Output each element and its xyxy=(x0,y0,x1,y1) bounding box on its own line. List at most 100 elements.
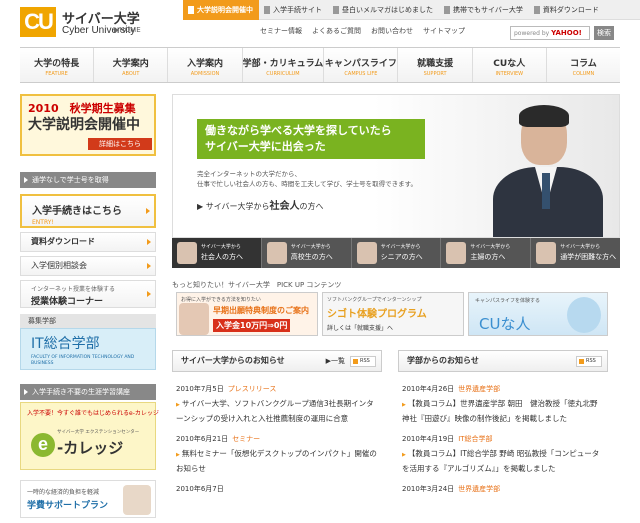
pickup2-line3: 詳しくは「就職支援」へ xyxy=(327,325,394,332)
nav-admission[interactable]: 入学案内 ADMISSION xyxy=(168,48,243,82)
hero-catch-line2: サイバー大学に出会った xyxy=(205,140,326,153)
news-text[interactable]: 無料セミナー「仮想化デスクトップのインパクト」開催のお知らせ xyxy=(176,447,378,475)
news-title: 学部からのお知らせ xyxy=(407,356,479,365)
top-link-enrollment-site[interactable]: 入学手続サイト xyxy=(259,0,328,20)
faculty-name: IT総合学部 xyxy=(31,336,100,352)
hero-more-link[interactable]: ▶ サイバー大学から社会人の方へ xyxy=(197,197,324,212)
home-link[interactable]: ▶HOME xyxy=(114,26,141,34)
top-link-briefing[interactable]: 大学説明会開催中 xyxy=(183,0,259,20)
global-navigation: 大学の特長 FEATURE 大学案内 ABOUT 入学案内 ADMISSION 学部・… xyxy=(20,47,620,83)
nav-label: 学部・カリキュラム xyxy=(242,59,324,69)
news-item[interactable]: 2010年4月26日世界遺産学部 【教員コラム】世界遺産学部 朝田 健治教授「徳… xyxy=(402,384,604,425)
nav-label: コラム xyxy=(570,59,597,69)
faculty-it-banner[interactable]: IT総合学部 FACULTY OF INFORMATION TECHNOLOGY… xyxy=(20,328,156,370)
nav-interview[interactable]: CUな人 INTERVIEW xyxy=(473,48,547,82)
news-item[interactable]: 2010年7月5日プレスリリース サイバー大学、ソフトバンクグループ通信3社長期… xyxy=(176,384,378,425)
degree-section-heading: 通学なしで学士号を取得 xyxy=(20,172,156,188)
nav-support[interactable]: 就職支援 SUPPORT xyxy=(398,48,473,82)
e-college-catch: 入学不要！今すぐ誰でもはじめられるe-カレッジ xyxy=(27,410,159,417)
e-college-name: -カレッジ xyxy=(57,439,124,457)
news-title: サイバー大学からのお知らせ xyxy=(181,356,285,365)
news-item[interactable]: 2010年6月21日セミナー 無料セミナー「仮想化デスクトップのインパクト」開催… xyxy=(176,434,378,475)
document-download-button[interactable]: 資料ダウンロード xyxy=(20,232,156,252)
news-date: 2010年3月24日 xyxy=(402,485,455,493)
pickup-cu-people[interactable]: キャンパスライフを体験する CUな人 xyxy=(468,292,608,336)
rss-button[interactable]: RSS xyxy=(576,356,602,367)
top-link-mobile[interactable]: 携帯でもサイバー大学 xyxy=(439,0,529,20)
subnav-contact[interactable]: お問い合わせ xyxy=(371,26,413,36)
news-item[interactable]: 2010年4月19日IT総合学部 【教員コラム】IT総合学部 野崎 昭弘教授「コ… xyxy=(402,434,604,475)
persona-tab-homemaker[interactable]: サイバー大学から 主婦の方へ xyxy=(441,238,532,268)
top-utility-bar: 大学説明会開催中 入学手続サイト 昼白いメルマガはじめました 携帯でもサイバー大… xyxy=(183,0,640,20)
persona-label: 主婦の方へ xyxy=(470,253,506,261)
pickup-internship[interactable]: ソフトバンクグループでインターンシップ シゴト体験プログラム 詳しくは「就職支援… xyxy=(322,292,464,336)
news-date: 2010年6月21日 xyxy=(176,435,229,443)
persona-tab-remote[interactable]: サイバー大学から 通学が困難な方へ xyxy=(531,238,620,268)
persona-tab-highschool[interactable]: サイバー大学から 高校生の方へ xyxy=(261,238,352,268)
search-button[interactable]: 検索 xyxy=(594,26,614,40)
tuition-support-catch: 一時的な経済的負担を軽減 xyxy=(27,489,100,496)
persona-photo xyxy=(446,242,467,264)
tuition-support-label: 学費サポートプラン xyxy=(27,501,109,511)
yahoo-logo: YAHOO! xyxy=(551,29,582,37)
nav-label: 就職支援 xyxy=(417,59,454,69)
entry-button[interactable]: 入学手続きはこちら ENTRY! xyxy=(20,194,156,228)
nav-sub: CAMPUS LIFE xyxy=(344,71,378,77)
search-input[interactable]: powered by YAHOO! xyxy=(510,26,590,40)
nav-label: 大学の特長 xyxy=(34,59,80,69)
persona-label: 通学が困難な方へ xyxy=(560,253,617,261)
nav-label: キャンパスライフ xyxy=(324,59,397,69)
top-link-download[interactable]: 資料ダウンロード xyxy=(529,0,605,20)
nav-sub: COLUMN xyxy=(572,71,595,77)
news-item[interactable]: 2010年3月24日 世界遺産学部 xyxy=(402,484,604,494)
hero-catch-line1: 働きながら学べる大学を探していたら xyxy=(205,124,392,137)
nav-sub: INTERVIEW xyxy=(495,71,524,77)
class-trial-button[interactable]: インターネット授業を体験する 授業体験コーナー xyxy=(20,280,156,308)
e-college-center: サイバー大学 エクステンションセンター xyxy=(57,430,140,435)
nav-feature[interactable]: 大学の特長 FEATURE xyxy=(20,48,95,82)
news-date: 2010年6月7日 xyxy=(176,485,224,493)
pickup1-line3: 入学金10万円⇒0円 xyxy=(213,319,291,332)
hero-more-target: 社会人 xyxy=(269,201,300,212)
hero-desc-line2: 仕事で忙しい社会人の方も、時間を工夫して学び、学士号を取得できます。 xyxy=(197,180,417,188)
persona-sub: サイバー大学から xyxy=(470,244,511,250)
pickup1-line1: お得に入学ができる方法を知りたい xyxy=(181,297,261,303)
news-category: プレスリリース xyxy=(227,385,277,393)
nav-curriculum[interactable]: 学部・カリキュラム CURRICULUM xyxy=(243,48,325,82)
hero-desc-line1: 完全インターネットの大学だから、 xyxy=(197,170,301,178)
nav-column[interactable]: コラム COLUMN xyxy=(547,48,620,82)
person-photo xyxy=(179,303,209,335)
banner-line2: 大学説明会開催中 xyxy=(28,117,140,133)
persona-label: 社会人の方へ xyxy=(201,253,243,261)
nav-campus-life[interactable]: キャンパスライフ CAMPUS LIFE xyxy=(324,48,399,82)
hero-banner[interactable]: 働きながら学べる大学を探していたら サイバー大学に出会った 完全インターネットの… xyxy=(172,94,620,238)
persona-tab-senior[interactable]: サイバー大学から シニアの方へ xyxy=(351,238,442,268)
rss-button[interactable]: RSS xyxy=(350,356,376,367)
site-logo[interactable]: CU サイバー大学 Cyber University xyxy=(20,7,160,39)
individual-consultation-button[interactable]: 入学個別相談会 xyxy=(20,256,156,276)
persona-tab-working[interactable]: サイバー大学から 社会人の方へ xyxy=(172,238,262,268)
news-list-link[interactable]: ▶一覧 xyxy=(326,351,345,371)
banner-detail-button[interactable]: 詳細はこちら xyxy=(88,138,152,150)
arrow-right-icon xyxy=(146,208,150,214)
search-placeholder: powered by xyxy=(514,30,550,37)
pickup-early-application[interactable]: お得に入学ができる方法を知りたい 早期出願特典制度のご案内 入学金10万円⇒0円 xyxy=(176,292,318,336)
nav-sub: ABOUT xyxy=(122,71,140,77)
top-link-mailmag[interactable]: 昼白いメルマガはじめました xyxy=(328,0,439,20)
news-item[interactable]: 2010年6月7日 xyxy=(176,484,378,494)
briefing-banner[interactable]: 2010 秋学期生募集 大学説明会開催中 詳細はこちら xyxy=(20,94,156,156)
nav-about[interactable]: 大学案内 ABOUT xyxy=(94,48,169,82)
pickup2-line2: シゴト体験プログラム xyxy=(327,309,427,320)
news-text[interactable]: サイバー大学、ソフトバンクグループ通信3社長期インターンシップの受け入れと入社推… xyxy=(176,397,378,425)
news-text[interactable]: 【教員コラム】世界遺産学部 朝田 健治教授「徳丸北野神社『田遊び』映像の制作後記… xyxy=(402,397,604,425)
e-college-banner[interactable]: 入学不要！今すぐ誰でもはじめられるe-カレッジ サイバー大学 エクステンションセ… xyxy=(20,402,159,470)
faculty-heading: 募集学部 xyxy=(20,314,156,328)
tuition-support-banner[interactable]: 一時的な経済的負担を軽減 学費サポートプラン xyxy=(20,480,156,518)
subnav-faq[interactable]: よくあるご質問 xyxy=(312,26,361,36)
pickup-heading: もっと知りたい！サイバー大学 PICK UP コンテンツ xyxy=(172,281,342,289)
news-text[interactable]: 【教員コラム】IT総合学部 野崎 昭弘教授「コンピュータを活用する『アルゴリズム… xyxy=(402,447,604,475)
person-photo xyxy=(123,485,151,515)
persona-photo xyxy=(177,242,197,264)
subnav-seminar[interactable]: セミナー情報 xyxy=(260,26,302,36)
subnav-sitemap[interactable]: サイトマップ xyxy=(423,26,465,36)
